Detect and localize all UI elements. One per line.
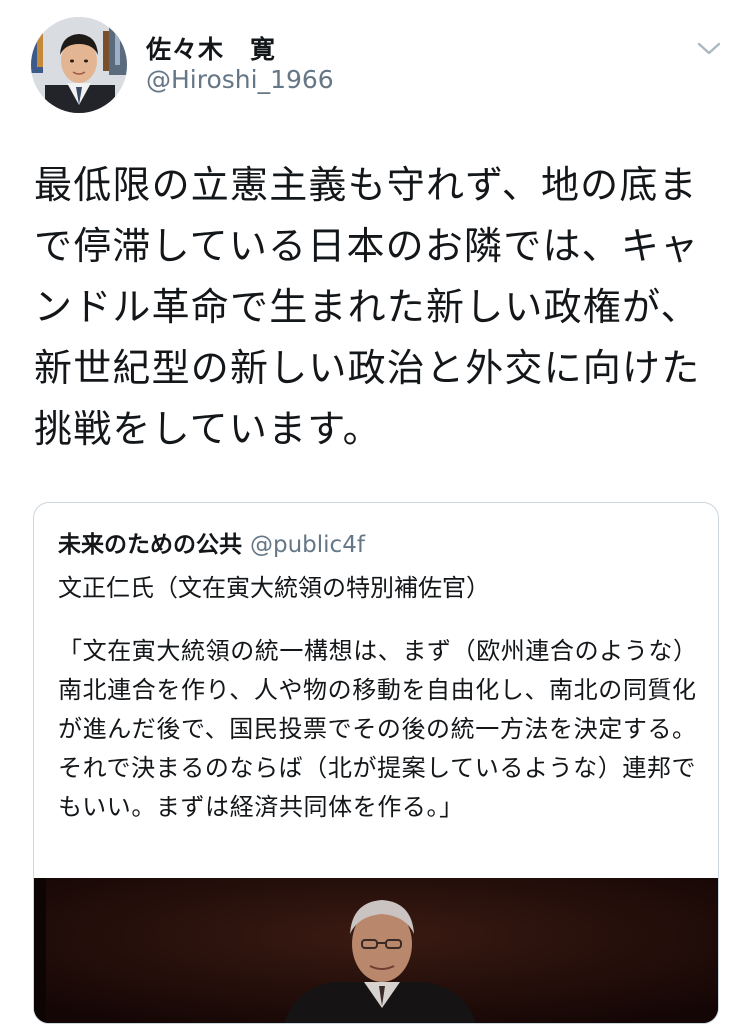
author-display-name[interactable]: 佐々木 寛 <box>146 30 276 66</box>
quoted-tweet-card[interactable]: 未来のための公共 @public4f 文正仁氏（文在寅大統領の特別補佐官） 「文在… <box>33 502 719 1024</box>
quoted-tweet-photo[interactable] <box>34 878 718 1023</box>
chevron-down-icon[interactable] <box>693 36 725 60</box>
author-avatar[interactable] <box>31 17 127 113</box>
author-handle[interactable]: @Hiroshi_1966 <box>146 65 334 94</box>
quoted-tweet-subject: 文正仁氏（文在寅大統領の特別補佐官） <box>58 574 490 602</box>
quoted-author-handle[interactable]: @public4f <box>250 532 365 558</box>
quoted-tweet-header: 未来のための公共 @public4f <box>58 525 365 559</box>
quoted-tweet-body: 「文在寅大統領の統一構想は、まず（欧州連合のような）南北連合を作り、人や物の移動… <box>58 637 698 821</box>
tweet-text: 最低限の立憲主義も守れず、地の底まで停滞している日本のお隣では、キャンドル革命で… <box>34 163 701 451</box>
tweet: 佐々木 寛 @Hiroshi_1966 最低限の立憲主義も守れず、地の底まで停滞… <box>0 0 750 1024</box>
quoted-author-name[interactable]: 未来のための公共 <box>58 532 242 558</box>
